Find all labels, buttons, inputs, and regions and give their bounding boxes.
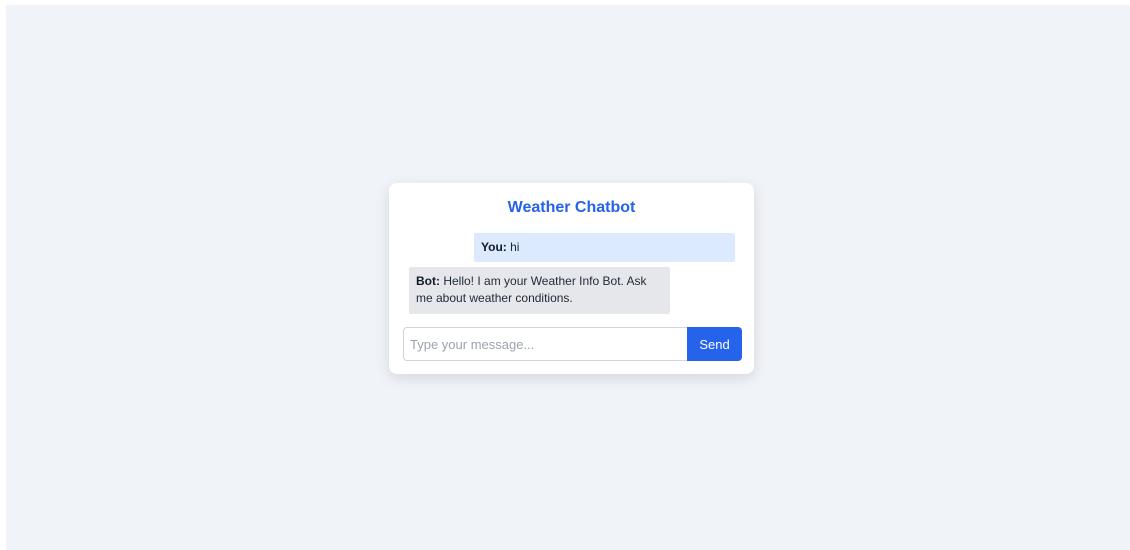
user-speaker-label: You: xyxy=(481,240,507,254)
bot-message: Bot: Hello! I am your Weather Info Bot. … xyxy=(409,267,670,314)
bot-speaker-label: Bot: xyxy=(416,274,440,288)
send-button[interactable]: Send xyxy=(687,327,742,361)
page-background: Weather Chatbot You: hi Bot: Hello! I am… xyxy=(6,5,1130,550)
chat-card: Weather Chatbot You: hi Bot: Hello! I am… xyxy=(389,183,754,374)
user-message-text: hi xyxy=(506,240,520,254)
bot-message-text: Hello! I am your Weather Info Bot. Ask m… xyxy=(416,274,647,305)
message-composer: Send xyxy=(403,327,742,361)
user-message: You: hi xyxy=(474,233,735,262)
chat-title: Weather Chatbot xyxy=(507,199,636,216)
message-input[interactable] xyxy=(403,327,688,361)
